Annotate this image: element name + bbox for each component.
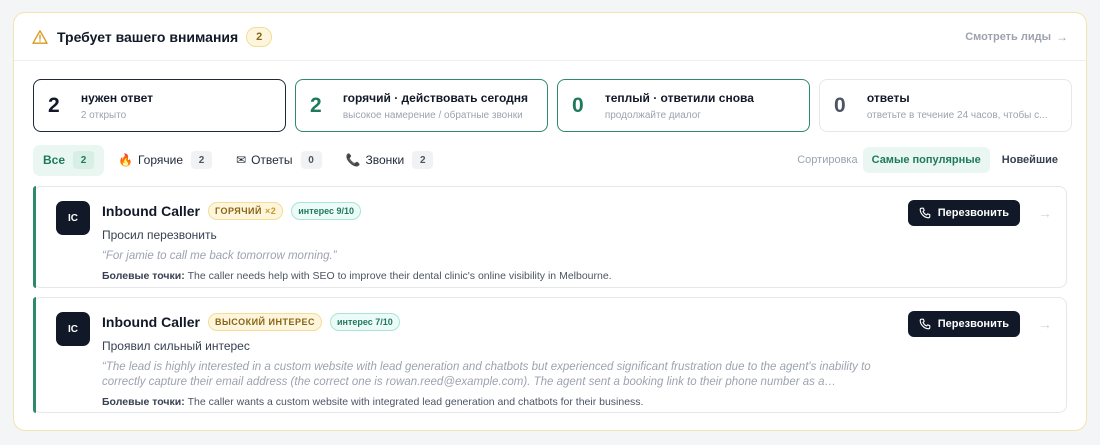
tab-count: 0 bbox=[300, 151, 322, 169]
avatar: IC bbox=[56, 312, 90, 346]
summary-cards: 2 нужен ответ 2 открыто 2 горячий · дейс… bbox=[14, 61, 1086, 132]
summary-sub: продолжайте диалог bbox=[604, 109, 701, 121]
sort-most-popular[interactable]: Самые популярные bbox=[862, 147, 990, 173]
lead-subtitle: Проявил сильный интерес bbox=[102, 339, 250, 353]
arrow-right-icon[interactable]: → bbox=[1038, 205, 1052, 221]
lead-card[interactable]: IC Inbound Caller ГОРЯЧИЙ ×2 интерес 9/1… bbox=[33, 186, 1067, 288]
tab-label: Звонки bbox=[365, 153, 405, 167]
filter-bar: Все 2 🔥 Горячие 2 ✉ Ответы 0 📞 Звонки 2 … bbox=[14, 144, 1086, 176]
interest-badge: интерес 7/10 bbox=[330, 313, 400, 331]
phone-icon bbox=[919, 318, 931, 330]
sort-label: Сортировка bbox=[797, 154, 858, 166]
summary-card-warm[interactable]: 0 теплый · ответили снова продолжайте ди… bbox=[557, 79, 810, 132]
view-leads-label: Смотреть лиды bbox=[965, 30, 1051, 43]
sort-control: Сортировка Самые популярные Новейшие bbox=[797, 147, 1067, 173]
summary-sub: высокое намерение / обратные звонки bbox=[342, 109, 523, 121]
interest-badge: интерес 9/10 bbox=[291, 202, 362, 220]
tab-label: Все bbox=[43, 153, 66, 167]
tab-label: Ответы bbox=[251, 153, 293, 167]
summary-label: нужен ответ bbox=[80, 90, 154, 105]
pain-points-label: Болевые точки: bbox=[102, 270, 185, 282]
panel-title: Требует вашего внимания bbox=[57, 28, 239, 45]
summary-card-replies[interactable]: 0 ответы ответьте в течение 24 часов, чт… bbox=[819, 79, 1072, 132]
tab-all[interactable]: Все 2 bbox=[33, 144, 105, 176]
summary-count: 2 bbox=[310, 93, 322, 117]
avatar: IC bbox=[56, 201, 90, 235]
pain-points-label: Болевые точки: bbox=[102, 396, 185, 408]
call-back-button[interactable]: Перезвонить bbox=[907, 200, 1020, 226]
sort-newest[interactable]: Новейшие bbox=[993, 147, 1067, 173]
phone-icon bbox=[919, 207, 931, 219]
tab-count: 2 bbox=[73, 151, 95, 169]
lead-subtitle: Просил перезвонить bbox=[102, 228, 217, 242]
hot-badge: ГОРЯЧИЙ ×2 bbox=[208, 202, 284, 220]
pain-points-text: The caller needs help with SEO to improv… bbox=[187, 270, 612, 282]
summary-sub: ответьте в течение 24 часов, чтобы с... bbox=[866, 109, 1048, 121]
view-leads-link[interactable]: Смотреть лиды → bbox=[965, 30, 1068, 44]
tab-count: 2 bbox=[412, 151, 434, 169]
attention-count-badge: 2 bbox=[246, 26, 273, 47]
fire-icon: 🔥 bbox=[118, 153, 133, 167]
summary-sub: 2 открыто bbox=[80, 109, 127, 121]
attention-panel: Требует вашего внимания 2 Смотреть лиды … bbox=[13, 12, 1087, 431]
panel-header: Требует вашего внимания 2 Смотреть лиды … bbox=[14, 13, 1086, 61]
phone-icon: 📞 bbox=[345, 153, 361, 167]
call-back-label: Перезвонить bbox=[937, 207, 1009, 219]
tab-label: Горячие bbox=[137, 153, 184, 167]
lead-name: Inbound Caller bbox=[102, 314, 200, 330]
call-back-button[interactable]: Перезвонить bbox=[907, 311, 1020, 337]
lead-pain-points: Болевые точки: The caller needs help wit… bbox=[102, 270, 1054, 282]
arrow-right-icon: → bbox=[1056, 29, 1068, 44]
summary-count: 0 bbox=[834, 93, 846, 117]
tab-calls[interactable]: 📞 Звонки 2 bbox=[336, 145, 444, 176]
lead-card[interactable]: IC ВЫСОКИЙ ИНТЕРЕС Inbound Caller интере… bbox=[33, 297, 1067, 413]
envelope-icon: ✉ bbox=[236, 153, 247, 167]
hot-badge-label: ГОРЯЧИЙ bbox=[215, 206, 262, 216]
hot-badge-multiplier: ×2 bbox=[265, 206, 277, 216]
arrow-right-icon[interactable]: → bbox=[1038, 316, 1052, 332]
warning-triangle-icon bbox=[32, 29, 48, 45]
summary-label: горячий · действовать сегодня bbox=[342, 90, 529, 105]
call-back-label: Перезвонить bbox=[937, 318, 1009, 330]
tab-count: 2 bbox=[191, 151, 213, 169]
summary-count: 0 bbox=[572, 93, 584, 117]
lead-quote: “The lead is highly interested in a cust… bbox=[102, 361, 871, 388]
summary-label: ответы bbox=[866, 90, 910, 105]
filter-tabs: Все 2 🔥 Горячие 2 ✉ Ответы 0 📞 Звонки 2 bbox=[33, 144, 444, 176]
tab-hot[interactable]: 🔥 Горячие 2 bbox=[108, 145, 222, 176]
summary-label: теплый · ответили снова bbox=[604, 90, 754, 105]
lead-quote: “For jamie to call me back tomorrow morn… bbox=[102, 250, 337, 262]
lead-pain-points: Болевые точки: The caller wants a custom… bbox=[102, 396, 1054, 408]
tab-replies[interactable]: ✉ Ответы 0 bbox=[226, 145, 332, 176]
pain-points-text: The caller wants a custom website with i… bbox=[187, 396, 644, 408]
lead-name: Inbound Caller bbox=[102, 203, 200, 219]
summary-card-needs-reply[interactable]: 2 нужен ответ 2 открыто bbox=[33, 79, 286, 132]
header-left: Требует вашего внимания 2 bbox=[32, 26, 273, 47]
summary-card-hot[interactable]: 2 горячий · действовать сегодня высокое … bbox=[295, 79, 548, 132]
summary-count: 2 bbox=[48, 93, 60, 117]
high-interest-badge: ВЫСОКИЙ ИНТЕРЕС bbox=[208, 313, 322, 331]
